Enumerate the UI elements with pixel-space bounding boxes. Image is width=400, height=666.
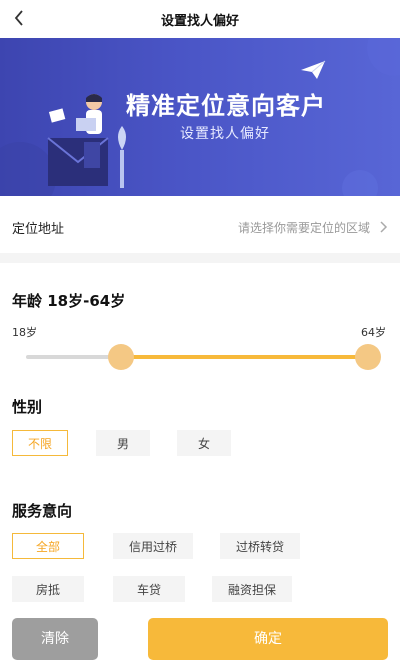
page-title: 设置找人偏好 [160, 14, 239, 29]
gender-option-female[interactable]: 女 [177, 430, 231, 456]
age-max-label: 64岁 [361, 326, 386, 339]
service-option-financing-guarantee[interactable]: 融资担保 [212, 576, 292, 602]
paper-plane-icon [301, 60, 326, 79]
service-option-all[interactable]: 全部 [12, 533, 84, 559]
service-option-bridge-refinance[interactable]: 过桥转贷 [220, 533, 300, 559]
banner: 精准定位意向客户 设置找人偏好 [0, 38, 400, 196]
slider-thumb-max[interactable] [355, 344, 381, 370]
confirm-button[interactable]: 确定 [148, 618, 388, 660]
address-label: 定位地址 [12, 222, 65, 237]
service-title: 服务意向 [12, 502, 73, 520]
slider-fill [120, 355, 376, 359]
address-row[interactable]: 定位地址 请选择你需要定位的区域 [0, 204, 400, 250]
age-range-slider[interactable] [26, 340, 381, 374]
chevron-right-icon [380, 221, 388, 233]
service-option-car-loan[interactable]: 车贷 [113, 576, 185, 602]
top-bar: 设置找人偏好 [0, 0, 400, 38]
clear-button[interactable]: 清除 [12, 618, 98, 660]
banner-subtitle: 设置找人偏好 [180, 126, 270, 142]
address-placeholder: 请选择你需要定位的区域 [237, 221, 370, 235]
age-title: 年龄 18岁-64岁 [12, 292, 126, 310]
banner-title: 精准定位意向客户 [126, 92, 326, 120]
person-laptop-illustration [47, 94, 126, 188]
service-option-mortgage[interactable]: 房抵 [12, 576, 84, 602]
section-divider [0, 253, 400, 263]
gender-option-any[interactable]: 不限 [12, 430, 68, 456]
slider-thumb-min[interactable] [107, 344, 134, 370]
gender-title: 性别 [12, 398, 43, 416]
age-min-label: 18岁 [12, 326, 37, 339]
gender-option-male[interactable]: 男 [96, 430, 150, 456]
service-option-credit-bridge[interactable]: 信用过桥 [113, 533, 193, 559]
